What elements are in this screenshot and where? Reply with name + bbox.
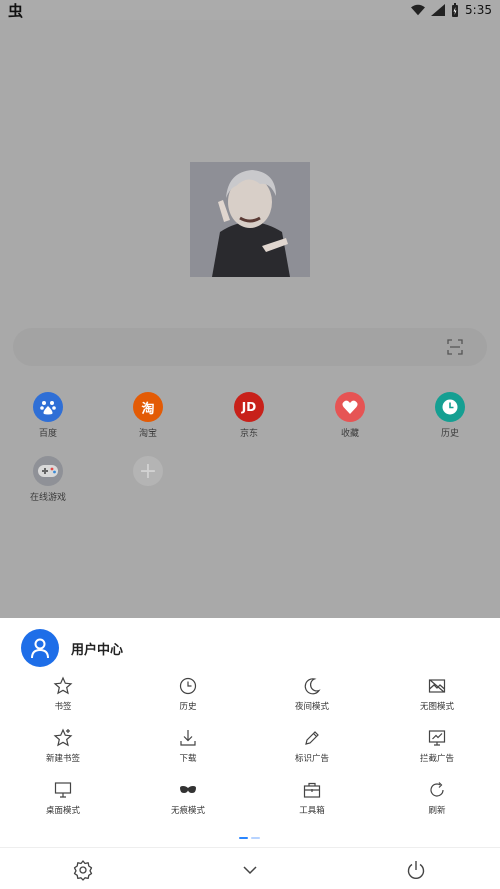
quick-link-label: 京东 [239,429,258,439]
pen-icon [305,731,319,745]
menu-download[interactable]: 下载 [148,728,228,764]
add-icon: + [133,456,163,486]
favorites-icon [335,392,365,422]
refresh-icon [430,782,444,797]
menu-history[interactable]: 历史 [148,676,228,712]
user-center-row[interactable]: 用户中心 [21,629,123,667]
battery-icon [452,3,459,17]
menu-mark-ads[interactable]: 标识广告 [272,728,352,764]
collapse-icon[interactable] [239,859,261,881]
profile-image[interactable] [190,162,310,277]
menu-label: 刷新 [428,806,446,816]
menu-label: 历史 [179,702,197,712]
menu-incognito-mode[interactable]: 无痕模式 [148,780,228,816]
history-icon [435,392,465,422]
home-page: 百度 淘 淘宝 JD 京东 收藏 历史 在线游戏 + [0,20,500,618]
ad-block-icon [428,730,446,746]
menu-new-bookmark[interactable]: 新建书签 [23,728,103,764]
taobao-icon: 淘 [133,392,163,422]
star-plus-icon [53,728,73,747]
quick-link-label: 收藏 [340,429,359,439]
menu-label: 工具箱 [299,806,325,816]
page-dot [251,837,260,839]
quick-link-baidu[interactable]: 百度 [13,392,83,439]
menu-refresh[interactable]: 刷新 [397,780,477,816]
gamepad-icon [33,456,63,486]
quick-link-label: 百度 [38,429,57,439]
signal-icon [431,4,446,16]
status-bar: 虫 5:35 [0,0,500,20]
menu-bookmarks[interactable]: 书签 [23,676,103,712]
quick-link-label: 在线游戏 [29,493,66,503]
app-notification-icon: 虫 [8,1,24,20]
star-icon [53,676,73,695]
user-icon [21,629,59,667]
bottom-bar [0,847,500,889]
clock-icon [179,677,197,695]
menu-label: 拦截广告 [419,754,454,764]
menu-toolbox[interactable]: 工具箱 [272,780,352,816]
menu-no-image-mode[interactable]: 无图模式 [397,676,477,712]
quick-link-label: 淘宝 [138,429,157,439]
menu-block-ads[interactable]: 拦截广告 [397,728,477,764]
wifi-icon [411,4,426,16]
menu-sheet: 用户中心 书签 历史 夜间模式 无图模式 新建书签 下载 标识广告 拦截广告 桌… [0,618,500,889]
menu-label: 夜间模式 [294,702,329,712]
mask-icon [180,786,196,793]
quick-link-online-games[interactable]: 在线游戏 [13,456,83,503]
menu-label: 无图模式 [419,702,454,712]
menu-label: 无痕模式 [170,806,205,816]
quick-link-jd[interactable]: JD 京东 [214,392,284,439]
download-icon [180,730,196,746]
search-bar[interactable] [13,328,487,366]
jd-icon: JD [234,392,264,422]
menu-label: 标识广告 [294,754,329,764]
desktop-icon [54,782,72,798]
menu-label: 书签 [54,702,72,712]
power-icon[interactable] [405,859,427,881]
quick-link-add[interactable]: + [113,456,183,486]
moon-icon [304,678,321,695]
scan-icon[interactable] [447,339,463,355]
page-indicator [239,837,260,839]
menu-label: 新建书签 [45,754,80,764]
menu-night-mode[interactable]: 夜间模式 [272,676,352,712]
menu-label: 桌面模式 [45,806,80,816]
toolbox-icon [303,782,321,798]
baidu-icon [33,392,63,422]
settings-icon[interactable] [72,859,94,881]
clock: 5:35 [465,3,492,17]
profile-illustration [190,162,310,277]
page-dot-active [239,837,248,839]
menu-label: 下载 [179,754,197,764]
quick-link-taobao[interactable]: 淘 淘宝 [113,392,183,439]
quick-link-history[interactable]: 历史 [415,392,485,439]
quick-link-favorites[interactable]: 收藏 [315,392,385,439]
user-center-title: 用户中心 [71,642,124,658]
menu-desktop-mode[interactable]: 桌面模式 [23,780,103,816]
quick-link-label: 历史 [440,429,459,439]
no-image-icon [428,679,446,693]
